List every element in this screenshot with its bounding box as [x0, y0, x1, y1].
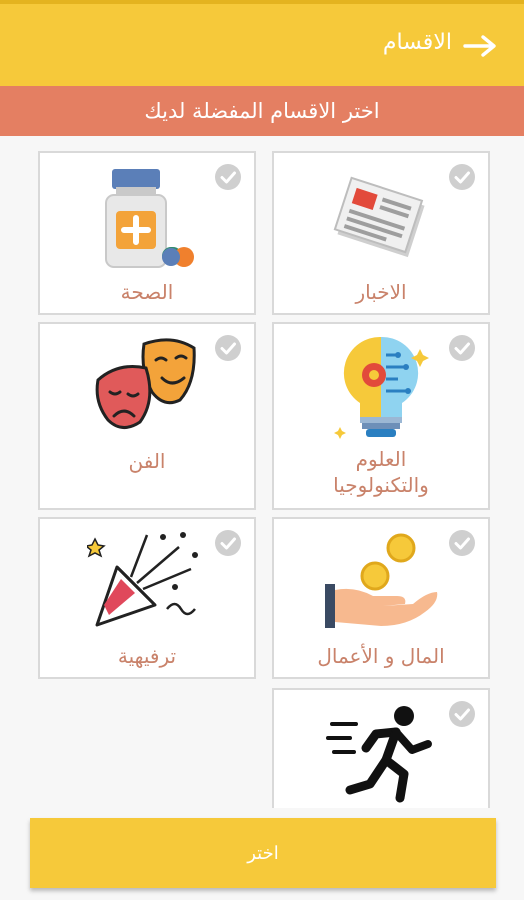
choose-button[interactable]: اختر: [30, 818, 496, 888]
running-man-icon: [326, 706, 432, 803]
category-label: المال و الأعمال: [317, 644, 445, 668]
bottom-action-area: اختر: [0, 808, 524, 900]
choose-button-label: اختر: [247, 842, 279, 863]
category-card-entertainment[interactable]: ترفيهية: [38, 517, 256, 679]
category-card-news[interactable]: الاخبار: [272, 151, 490, 315]
category-card-science-tech[interactable]: العلوم والتكنولوجيا: [272, 322, 490, 510]
money-hand-icon: [325, 533, 438, 628]
medicine-bottle-icon: [105, 169, 194, 268]
tech-bulb-icon: [334, 336, 429, 439]
category-grid: الاخبار الصحة العلوم والتكنولوجيا الفن ا…: [0, 136, 524, 808]
category-label: ترفيهية: [117, 644, 177, 668]
category-card-art[interactable]: الفن: [38, 322, 256, 510]
category-label: العلوم والتكنولوجيا: [333, 447, 429, 497]
category-card-business[interactable]: المال و الأعمال: [272, 517, 490, 679]
party-popper-icon: [87, 532, 198, 627]
page-title: الاقسام: [382, 30, 452, 55]
category-label: الصحة: [120, 280, 174, 304]
category-label: الاخبار: [355, 280, 407, 304]
app-bar: الاقسام: [0, 0, 524, 86]
category-card-sports[interactable]: [272, 688, 490, 808]
newspaper-icon: [333, 176, 425, 258]
arrow-right-icon: [463, 35, 496, 57]
category-card-health[interactable]: الصحة: [38, 151, 256, 315]
instruction-banner: اختر الاقسام المفضلة لديك: [0, 86, 524, 136]
theater-masks-icon: [95, 338, 196, 429]
category-label: الفن: [128, 449, 166, 473]
back-button[interactable]: [460, 28, 500, 64]
instruction-text: اختر الاقسام المفضلة لديك: [144, 99, 380, 123]
